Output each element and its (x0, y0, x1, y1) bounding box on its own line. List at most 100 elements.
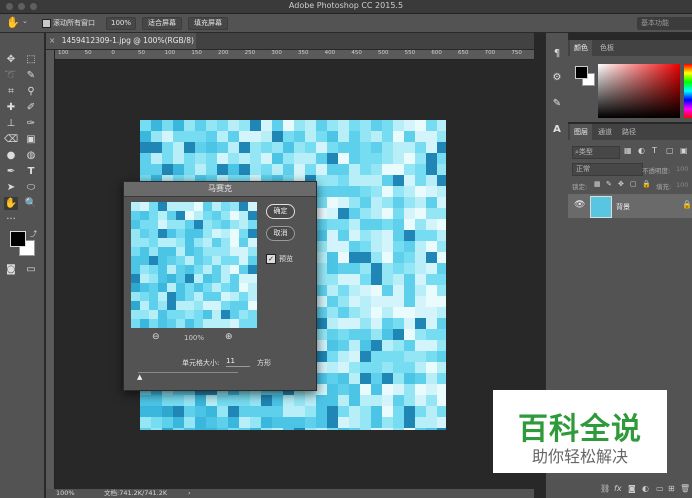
new-layer-icon[interactable]: ⊞ (668, 484, 675, 493)
workspace-select[interactable]: 基本功能 (637, 17, 692, 30)
layer-row-background[interactable]: 👁 背景 🔒 (568, 194, 692, 218)
clone-stamp-tool-icon[interactable]: ⊥ (4, 117, 18, 130)
mosaic-cell (360, 263, 371, 274)
hand-tool-active-icon[interactable]: ✋ (4, 197, 18, 210)
zoom-in-icon[interactable]: ⊕ (225, 332, 233, 342)
zoom-100-button[interactable]: 100% (106, 17, 136, 30)
lock-all-icon[interactable]: 🔒 (642, 180, 651, 188)
eraser-tool-icon[interactable]: ⌫ (4, 133, 18, 146)
screen-mode-icon[interactable]: ▭ (24, 263, 38, 276)
ruler-label: 50 (138, 50, 145, 56)
document-tab[interactable]: × 1459412309-1.jpg @ 100%(RGB/8) * (46, 33, 196, 61)
crop-tool-icon[interactable]: ⌗ (4, 85, 18, 98)
cell-size-input[interactable]: 11 (226, 356, 250, 367)
mosaic-cell (239, 301, 248, 310)
mosaic-cell (239, 274, 248, 283)
lock-pixels-icon[interactable]: ▦ (594, 180, 601, 188)
chevron-down-icon[interactable]: ⌄ (22, 17, 28, 25)
mosaic-cell (371, 329, 382, 340)
path-select-tool-icon[interactable]: ➤ (4, 181, 18, 194)
filter-adjust-icon[interactable]: ◐ (638, 146, 645, 155)
history-brush-tool-icon[interactable]: ✑ (24, 117, 38, 130)
type-tool-icon[interactable]: T (24, 165, 38, 178)
link-layers-icon[interactable]: ⛓ (600, 484, 610, 493)
add-mask-icon[interactable]: ◙ (628, 484, 636, 493)
lasso-tool-icon[interactable]: ➰ (4, 69, 18, 82)
filter-pixel-icon[interactable]: ▦ (624, 146, 632, 155)
lock-artboard-icon[interactable]: ▢ (630, 180, 637, 188)
layer-name[interactable]: 背景 (616, 202, 630, 212)
cell-size-slider-handle[interactable]: ▲ (137, 373, 142, 381)
filter-smart-icon[interactable]: ▣ (680, 146, 688, 155)
close-tab-icon[interactable]: × (49, 36, 55, 45)
zoom-tool-icon[interactable]: 🔍 (24, 197, 38, 210)
mosaic-cell (228, 120, 239, 131)
eyedropper-tool-icon[interactable]: ⚲ (24, 85, 38, 98)
paragraph-icon[interactable]: ¶ (550, 47, 564, 61)
blur-tool-icon[interactable]: ● (4, 149, 18, 162)
ok-button[interactable]: 确定 (266, 204, 295, 219)
gradient-tool-icon[interactable]: ▣ (24, 133, 38, 146)
mosaic-cell (158, 256, 167, 265)
dodge-tool-icon[interactable]: ◍ (24, 149, 38, 162)
tab-color[interactable]: 颜色 (570, 40, 592, 56)
mosaic-cell (404, 252, 415, 263)
tab-paths[interactable]: 路径 (618, 124, 640, 140)
mosaic-cell (212, 301, 221, 310)
tab-layers[interactable]: 图层 (570, 124, 592, 140)
quick-select-tool-icon[interactable]: ✎ (24, 69, 38, 82)
cell-size-slider-track[interactable] (138, 372, 238, 373)
move-tool-icon[interactable]: ✥ (4, 53, 18, 66)
lock-brush-icon[interactable]: ✎ (606, 180, 612, 188)
quick-mask-icon[interactable]: ◙ (4, 263, 18, 276)
filter-type-icon[interactable]: T (652, 146, 657, 155)
marquee-tool-icon[interactable]: ⬚ (24, 53, 38, 66)
preview-checkbox[interactable]: ✓ (266, 254, 276, 264)
status-zoom[interactable]: 100% (56, 489, 75, 498)
fill-value[interactable]: 100 (676, 181, 688, 189)
delete-layer-icon[interactable]: 🗑 (680, 484, 690, 493)
tab-channels[interactable]: 通道 (594, 124, 616, 140)
tab-swatches[interactable]: 色板 (596, 40, 618, 56)
scroll-all-windows-checkbox[interactable] (42, 19, 51, 28)
character-icon[interactable]: A (550, 123, 564, 137)
brush-presets-icon[interactable]: ✎ (550, 97, 564, 111)
mosaic-cell (393, 318, 404, 329)
foreground-color-swatch[interactable] (10, 231, 26, 247)
lock-move-icon[interactable]: ✥ (618, 180, 624, 188)
mosaic-cell (338, 318, 349, 329)
visibility-eye-icon[interactable]: 👁 (574, 200, 585, 210)
mosaic-cell (360, 230, 371, 241)
layer-thumbnail[interactable] (590, 196, 612, 218)
shape-tool-icon[interactable]: ⬭ (24, 181, 38, 194)
mosaic-cell (404, 406, 415, 417)
zoom-out-icon[interactable]: ⊖ (152, 332, 160, 342)
mosaic-cell (305, 417, 316, 428)
hue-slider[interactable] (684, 64, 692, 118)
filter-shape-icon[interactable]: ▢ (666, 146, 674, 155)
fill-screen-button[interactable]: 填充屏幕 (188, 17, 228, 30)
blend-mode-select[interactable]: 正常 (572, 163, 643, 176)
mosaic-cell (176, 274, 185, 283)
swap-colors-icon[interactable]: ⤴ (30, 229, 37, 239)
healing-brush-tool-icon[interactable]: ✚ (4, 101, 18, 114)
status-chevron-icon[interactable]: › (188, 489, 191, 498)
pen-tool-icon[interactable]: ✒ (4, 165, 18, 178)
properties-icon[interactable]: ⚙ (550, 71, 564, 85)
filter-preview[interactable] (131, 202, 257, 328)
layer-filter-select[interactable]: ⌕类型 (572, 146, 620, 159)
hand-tool-icon[interactable]: ✋ (6, 16, 20, 29)
new-group-icon[interactable]: ▭ (656, 484, 664, 493)
cancel-button[interactable]: 取消 (266, 226, 295, 241)
adjustment-layer-icon[interactable]: ◐ (642, 484, 649, 493)
fit-screen-button[interactable]: 适合屏幕 (142, 17, 182, 30)
brush-tool-icon[interactable]: ✐ (24, 101, 38, 114)
panel-fg-swatch[interactable] (575, 66, 588, 79)
add-style-icon[interactable]: fx (614, 484, 622, 493)
mosaic-cell (195, 395, 206, 406)
color-picker-field[interactable] (598, 64, 680, 118)
mosaic-cell (194, 274, 203, 283)
mosaic-cell (316, 274, 327, 285)
more-tools-icon[interactable]: ··· (4, 213, 18, 226)
opacity-value[interactable]: 100 (676, 165, 688, 173)
